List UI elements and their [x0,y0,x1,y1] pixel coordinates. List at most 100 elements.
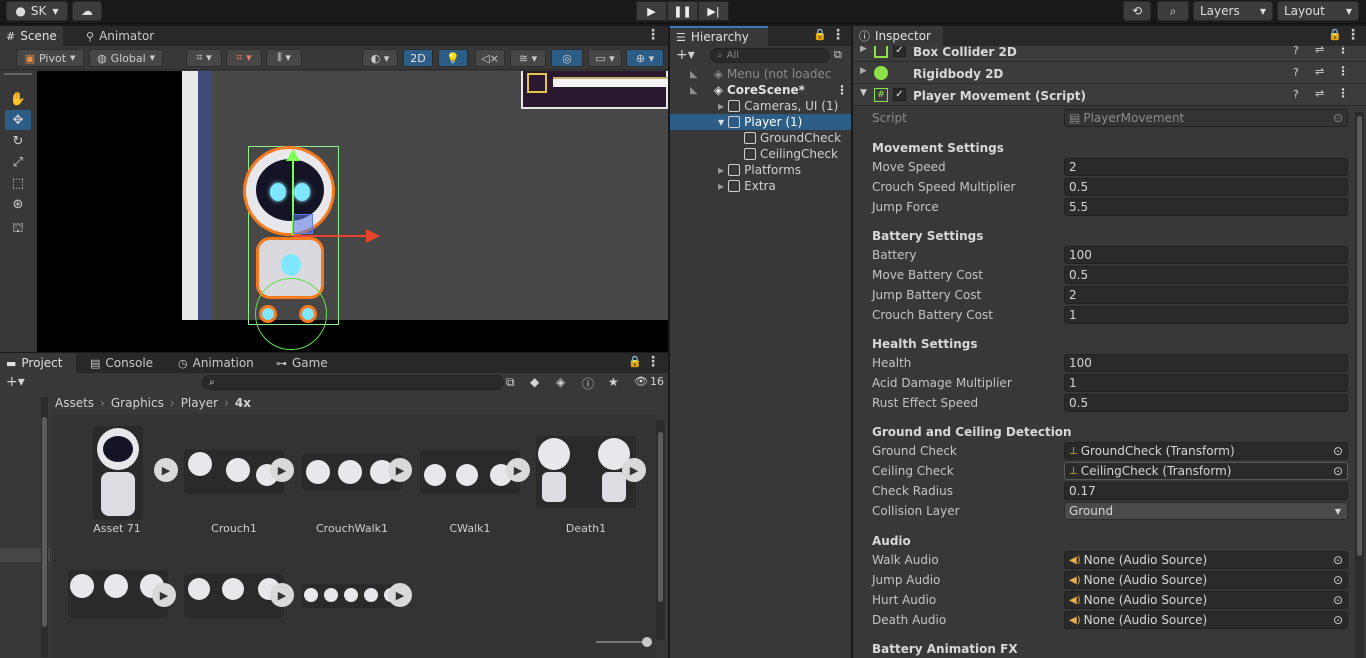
lock-icon[interactable]: 🔒 [813,28,827,41]
play-crouchwalk1-button[interactable]: ▶ [388,458,412,482]
asset-tile-death1[interactable] [536,436,636,508]
collapse-arrow-icon[interactable]: ▼ [860,88,867,98]
object-picker-icon[interactable]: ⊙ [1333,464,1343,478]
transform-tool[interactable]: ⊛ [5,194,31,214]
expand-arrow-icon[interactable]: ▶ [860,66,867,76]
cloud-button[interactable]: ☁ [72,1,102,21]
breadcrumb-4x[interactable]: 4x [235,396,251,410]
inspector-scrollbar[interactable] [1355,112,1364,658]
increment-snap-button[interactable]: ⌗ ▾ [226,49,262,67]
field-move-battery-cost[interactable]: 0.5 [1064,266,1348,284]
field-crouch-battery-cost[interactable]: 1 [1064,306,1348,324]
tab-project[interactable]: ▬ Project [0,353,76,373]
field-jump-force[interactable]: 5.5 [1064,198,1348,216]
field-hurt-audio[interactable]: ◀) None (Audio Source) ⊙ [1064,591,1348,609]
preset-icon[interactable]: ⇌ [1315,87,1324,100]
create-button[interactable]: +▾ [6,374,25,390]
tab-inspector[interactable]: ⓘ Inspector [853,26,943,46]
play-button[interactable]: ▶ [636,1,667,21]
pause-button[interactable]: ❚❚ [667,1,698,21]
component-box-collider[interactable]: ▶ ✓ Box Collider 2D ? ⇌ ⋮ [853,46,1366,62]
scene-menu-icon[interactable]: ⋮ [836,83,848,97]
hand-tool[interactable]: ✋ [5,89,31,109]
field-rust-effect-speed[interactable]: 0.5 [1064,394,1348,412]
tab-scene[interactable]: # Scene [0,26,63,46]
tab-hierarchy[interactable]: ☰ Hierarchy [670,26,768,46]
asset-tile-row2-2[interactable] [184,574,284,618]
play-cwalk1-button[interactable]: ▶ [506,458,530,482]
help-icon[interactable]: ? [1293,66,1299,79]
lock-icon[interactable]: 🔒 [1328,28,1342,41]
hierarchy-item-ceilingcheck[interactable]: CeilingCheck [744,146,838,162]
gizmos-button[interactable]: ⊕ ▾ [626,49,664,67]
hierarchy-item-platforms[interactable]: ▶ Platforms [718,162,801,178]
component-rigidbody[interactable]: ▶ Rigidbody 2D ? ⇌ ⋮ [853,62,1366,84]
breadcrumb-player[interactable]: Player [181,396,218,410]
pivot-dropdown[interactable]: ▣ Pivot ▼ [16,49,84,67]
hierarchy-menu-icon[interactable]: ⋮ [831,27,845,43]
object-picker-icon[interactable]: ⊙ [1333,593,1343,607]
hierarchy-item-groundcheck[interactable]: GroundCheck [744,130,841,146]
asset-tile-crouchwalk1[interactable] [302,454,402,490]
object-picker-icon[interactable]: ⊙ [1333,613,1343,627]
component-menu-icon[interactable]: ⋮ [1337,64,1349,78]
folder-tree-scroll-thumb[interactable] [42,417,47,627]
rotate-tool[interactable]: ↻ [5,131,31,151]
collapse-arrow-icon[interactable]: ▼ [718,118,724,127]
tab-animation[interactable]: ◷ Animation [172,353,260,373]
hidden-packages-toggle[interactable]: 👁 16 [634,375,664,388]
field-acid-damage-multiplier[interactable]: 1 [1064,374,1348,392]
align-button[interactable]: ⦀ ▾ [266,49,302,67]
camera-button[interactable]: ▭ ▾ [588,49,622,67]
hierarchy-item-extra[interactable]: ▶ Extra [718,178,776,194]
tab-animator[interactable]: ⚲ Animator [80,26,160,46]
breadcrumb-graphics[interactable]: Graphics [111,396,164,410]
project-search-input[interactable]: ⌕ [202,375,504,390]
field-collision-layer-dropdown[interactable]: Ground ▼ [1064,502,1348,520]
inspector-menu-icon[interactable]: ⋮ [1346,27,1360,43]
global-dropdown[interactable]: ◍ Global ▼ [89,49,163,67]
move-gizmo-y-arrow[interactable] [286,149,300,161]
asset-tile-asset-71[interactable] [93,426,143,520]
scene-visibility-toggle[interactable]: ◎ [551,49,583,67]
audio-toggle[interactable]: ◁× [475,49,505,67]
play-crouch1-button[interactable]: ▶ [154,458,178,482]
move-gizmo-x-axis[interactable] [293,235,368,237]
preset-icon[interactable]: ⇌ [1315,65,1324,78]
field-ground-check[interactable]: ⊥ GroundCheck (Transform) ⊙ [1064,442,1348,460]
asset-grid-scrollbar[interactable] [656,420,665,640]
search-mode-button[interactable]: ⧉ [506,375,515,390]
object-picker-icon[interactable]: ⊙ [1333,553,1343,567]
scene-viewport[interactable] [37,71,668,352]
create-object-button[interactable]: +▾ [676,47,695,63]
tab-game[interactable]: ⊶ Game [270,353,334,373]
expand-arrow-icon[interactable]: ▶ [718,182,724,191]
custom-tool[interactable]: ⛫ [5,219,31,239]
history-button[interactable]: ⟲ [1123,1,1151,21]
move-gizmo-x-arrow[interactable] [366,229,380,243]
component-menu-icon[interactable]: ⋮ [1337,46,1349,56]
lock-icon[interactable]: 🔒 [628,355,642,368]
lighting-toggle[interactable]: 💡 [438,49,468,67]
move-tool[interactable]: ✥ [5,110,31,130]
field-check-radius[interactable]: 0.17 [1064,482,1348,500]
layout-dropdown[interactable]: Layout ▼ [1277,1,1359,21]
folder-tree[interactable] [0,394,50,658]
thumbnail-size-handle[interactable] [642,637,652,647]
asset-tile-crouch1[interactable] [184,450,284,494]
favorites-button[interactable]: ★ [608,375,619,389]
step-button[interactable]: ▶| [698,1,729,21]
filter-type-button[interactable]: ◆ [530,375,539,389]
asset-tile-cwalk1[interactable] [420,450,520,494]
field-walk-audio[interactable]: ◀) None (Audio Source) ⊙ [1064,551,1348,569]
help-icon[interactable]: ? [1293,88,1299,101]
asset-tile-row2-3[interactable] [302,584,402,608]
breadcrumb-assets[interactable]: Assets [55,396,94,410]
search-options-button[interactable]: ⧉ [834,48,842,62]
scale-tool[interactable]: ⤢ [5,152,31,172]
filter-label-button[interactable]: ◈ [556,375,565,389]
account-dropdown[interactable]: ● SK ▼ [6,1,68,21]
shading-mode-button[interactable]: ◐ ▾ [362,49,398,67]
play-row2-1-button[interactable]: ▶ [152,583,176,607]
asset-grid-scroll-thumb[interactable] [658,432,663,602]
